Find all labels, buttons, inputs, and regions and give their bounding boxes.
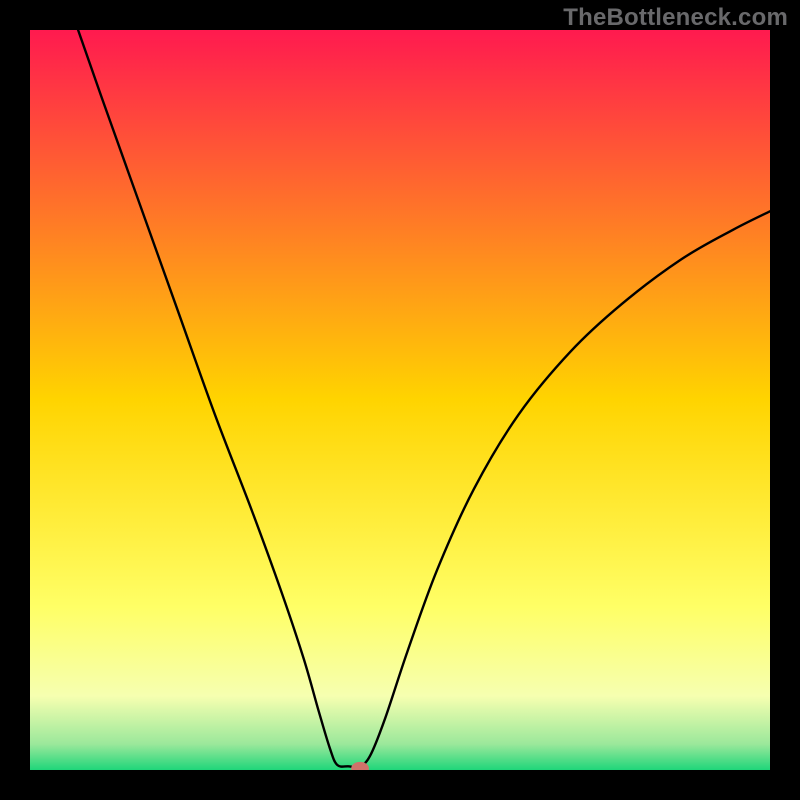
gradient-background bbox=[30, 30, 770, 770]
watermark-text: TheBottleneck.com bbox=[563, 4, 788, 32]
bottleneck-chart bbox=[0, 0, 800, 800]
chart-frame: { "watermark": "TheBottleneck.com", "cha… bbox=[0, 0, 800, 800]
optimal-marker bbox=[351, 762, 369, 775]
